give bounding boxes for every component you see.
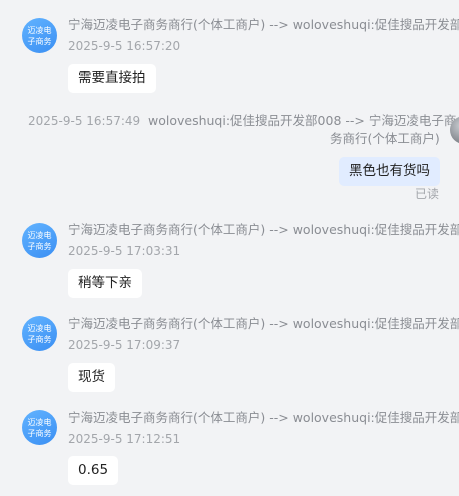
avatar-text-line2: 子商务 — [27, 36, 52, 46]
message-bubble[interactable]: 现货 — [68, 363, 115, 392]
message-sender: 宁海迈凌电子商务商行(个体工商户) --> woloveshuqi:促佳搜品开发… — [68, 222, 459, 237]
message-time: 2025-9-5 16:57:20 — [68, 39, 181, 53]
avatar-text-line1: 迈凌电 — [27, 417, 52, 427]
avatar-text-line1: 迈凌电 — [27, 230, 52, 240]
avatar-text-line2: 子商务 — [27, 241, 52, 251]
message-bubble[interactable]: 黑色也有货吗 — [339, 157, 440, 186]
message-sender-line2: 务商行(个体工商户) — [330, 131, 440, 146]
message-sender-line1: woloveshuqi:促佳搜品开发部008 --> 宁海迈凌电子商 — [148, 113, 457, 128]
message-time: 2025-9-5 17:09:37 — [68, 338, 181, 352]
avatar[interactable]: 迈凌电 子商务 — [22, 18, 57, 53]
message-bubble[interactable]: 稍等下亲 — [68, 269, 142, 298]
avatar-text-line2: 子商务 — [27, 334, 52, 344]
message-time: 2025-9-5 17:03:31 — [68, 244, 181, 258]
message-time: 2025-9-5 17:12:51 — [68, 432, 181, 446]
read-status: 已读 — [415, 187, 440, 201]
avatar-text-line1: 迈凌电 — [27, 323, 52, 333]
avatar[interactable]: 迈凌电 子商务 — [22, 316, 57, 351]
avatar-text-line2: 子商务 — [27, 428, 52, 438]
avatar[interactable]: 迈凌电 子商务 — [22, 410, 57, 445]
message-sender: 宁海迈凌电子商务商行(个体工商户) --> woloveshuqi:促佳搜品开发… — [68, 410, 459, 425]
message-sender: 宁海迈凌电子商务商行(个体工商户) --> woloveshuqi:促佳搜品开发… — [68, 316, 459, 331]
message-bubble[interactable]: 0.65 — [68, 456, 119, 485]
message-sender: 宁海迈凌电子商务商行(个体工商户) --> woloveshuqi:促佳搜品开发… — [68, 17, 459, 32]
message-bubble[interactable]: 需要直接拍 — [68, 64, 156, 93]
chat-history[interactable]: 迈凌电 子商务 宁海迈凌电子商务商行(个体工商户) --> woloveshuq… — [0, 0, 459, 496]
avatar-text-line1: 迈凌电 — [27, 25, 52, 35]
avatar[interactable]: 迈凌电 子商务 — [22, 223, 57, 258]
message-time: 2025-9-5 16:57:49 — [28, 114, 141, 128]
